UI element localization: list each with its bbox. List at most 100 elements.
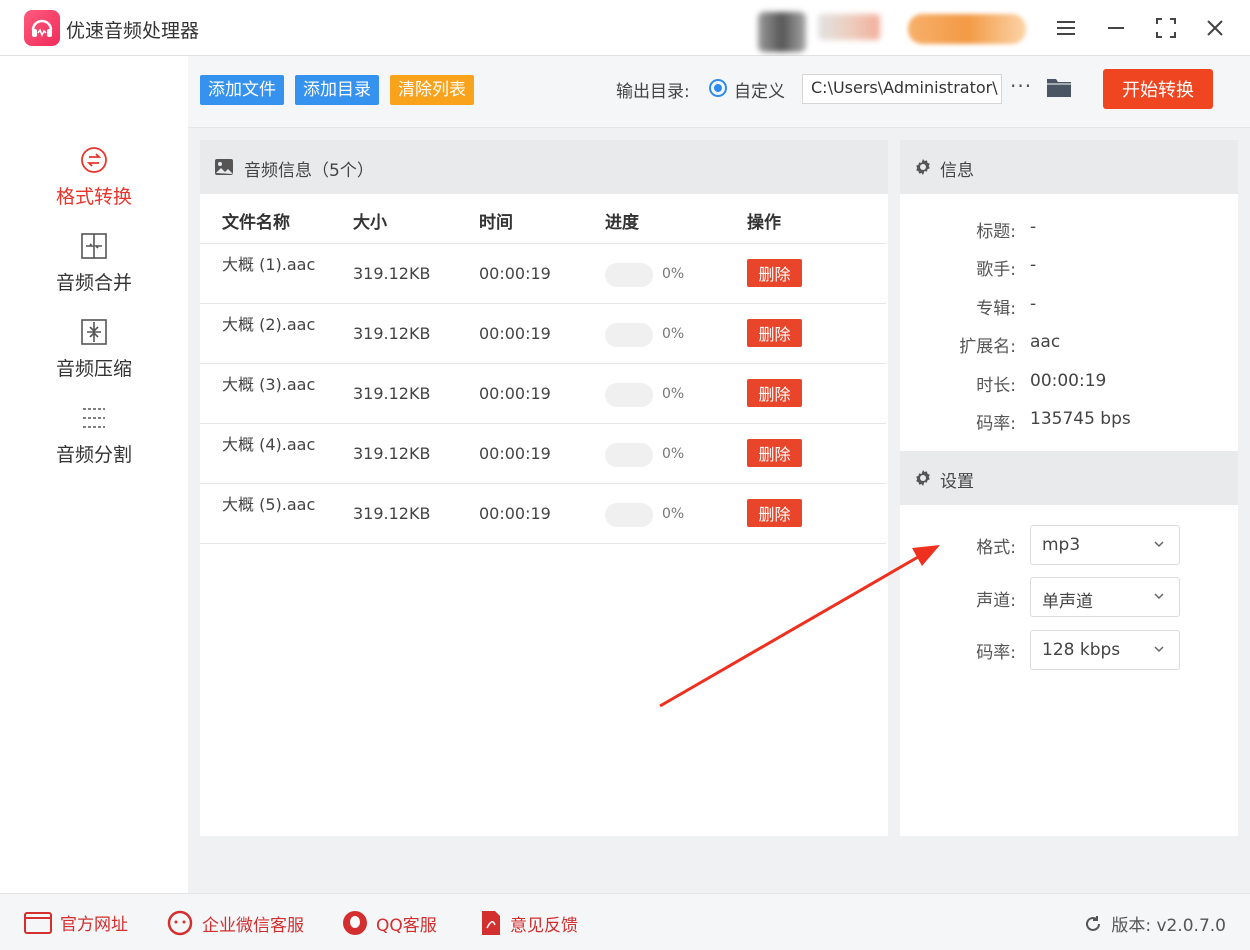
info-title: 信息 [940,161,974,181]
file-size: 319.12KB [353,264,431,283]
chevron-down-icon [1154,541,1164,548]
sidebar-item-label: 音频分割 [55,444,132,466]
close-icon[interactable] [1201,14,1229,42]
browse-more-button[interactable]: ··· [1010,74,1032,98]
progress-bar [605,383,653,407]
info-header: 信息 [900,140,1238,194]
website-icon [24,911,52,934]
bitrate-select-value: 128 kbps [1042,640,1121,660]
blurred-badge[interactable] [908,14,1026,44]
file-duration: 00:00:19 [479,384,551,403]
wechat-service-link[interactable]: 企业微信客服 [166,910,304,936]
start-convert-button[interactable]: 开始转换 [1103,69,1213,109]
progress-text: 0% [662,506,685,522]
output-dir-label: 输出目录: [616,82,690,102]
add-file-button[interactable]: 添加文件 [200,75,284,105]
wechat-icon [167,910,193,936]
channel-label: 声道: [976,591,1016,611]
custom-output-radio-label[interactable]: 自定义 [734,77,785,102]
open-folder-icon[interactable] [1046,76,1072,102]
table-row[interactable]: 大概 (3).aac 319.12KB 00:00:19 0% 删除 [200,363,886,423]
progress-bar [605,323,653,347]
blurred-avatar [758,12,806,52]
chevron-down-icon [1154,646,1164,653]
progress-text: 0% [662,446,685,462]
sidebar-item-label: 音频合并 [55,272,132,294]
delete-button[interactable]: 删除 [747,499,802,527]
column-header-time: 时间 [479,213,513,233]
file-name: 大概 (3).aac [222,375,316,394]
table-row[interactable]: 大概 (5).aac 319.12KB 00:00:19 0% 删除 [200,483,886,543]
add-directory-button[interactable]: 添加目录 [295,75,379,105]
right-panel: 信息 标题: - 歌手: - 专辑: - 扩展名: aac 时长: 00:00:19 码率: 1357… [900,140,1238,836]
delete-button[interactable]: 删除 [747,379,802,407]
split-icon [83,408,105,428]
maximize-icon[interactable] [1152,14,1180,42]
delete-button[interactable]: 删除 [747,259,802,287]
table-row[interactable]: 大概 (1).aac 319.12KB 00:00:19 0% 删除 [200,243,886,303]
gear-icon [914,469,932,491]
chevron-down-icon [1154,593,1164,600]
file-size: 319.12KB [353,444,431,463]
bitrate-select[interactable]: 128 kbps [1030,630,1180,670]
clear-list-button[interactable]: 清除列表 [390,75,474,105]
file-name: 大概 (2).aac [222,315,316,334]
sidebar: 格式转换 音频合并 音频压缩 音频分割 [0,56,188,893]
file-size: 319.12KB [353,324,431,343]
info-field-label: 时长: [976,375,1016,396]
file-duration: 00:00:19 [479,324,551,343]
sidebar-item-merge[interactable]: 音频合并 [0,232,188,295]
feedback-label: 意见反馈 [510,915,578,936]
sidebar-item-compress[interactable]: 音频压缩 [0,318,188,381]
info-field-value: 135745 bps [1030,409,1131,429]
audio-list-panel: 音频信息（5个） 文件名称 大小 时间 进度 操作 大概 (1).aac 319.… [200,140,888,836]
table-row[interactable]: 大概 (2).aac 319.12KB 00:00:19 0% 删除 [200,303,886,363]
feedback-link[interactable]: 意见反馈 [480,910,578,936]
qq-service-link[interactable]: QQ客服 [342,910,437,936]
sidebar-item-label: 音频压缩 [55,358,132,380]
website-link[interactable]: 官方网址 [24,910,128,935]
bitrate-label: 码率: [976,643,1016,663]
info-field-label: 标题: [976,222,1016,242]
file-size: 319.12KB [353,384,431,403]
column-header-progress: 进度 [605,213,639,233]
format-select-value: mp3 [1042,535,1081,555]
delete-button[interactable]: 删除 [747,439,802,467]
channel-select[interactable]: 单声道 [1030,577,1180,617]
minimize-icon[interactable] [1102,14,1130,42]
delete-button[interactable]: 删除 [747,319,802,347]
channel-select-value: 单声道 [1042,592,1093,612]
toolbar: 添加文件 添加目录 清除列表 输出目录: 自定义 C:\Users\Admini… [188,56,1250,128]
sidebar-item-split[interactable]: 音频分割 [0,404,188,467]
progress-text: 0% [662,326,685,342]
progress-text: 0% [662,266,685,282]
footer: 官方网址 企业微信客服 QQ客服 意见反馈 版本: v2.0.7.0 [0,893,1250,950]
feedback-icon [482,911,500,935]
progress-bar [605,503,653,527]
info-field-value: aac [1030,332,1061,353]
sidebar-item-format-convert[interactable]: 格式转换 [0,146,188,209]
qq-label: QQ客服 [376,915,437,936]
menu-icon[interactable] [1052,14,1080,42]
file-duration: 00:00:19 [479,264,551,283]
info-field-label: 歌手: [976,260,1016,281]
settings-header: 设置 [900,451,1238,505]
app-title: 优速音频处理器 [66,20,200,42]
merge-icon [81,233,107,259]
table-row[interactable]: 大概 (4).aac 319.12KB 00:00:19 0% 删除 [200,423,886,483]
format-label: 格式: [976,538,1016,558]
version-info[interactable]: 版本: v2.0.7.0 [1083,911,1226,936]
progress-bar [605,263,653,287]
info-field-value: - [1030,293,1037,314]
title-bar: 优速音频处理器 [0,0,1250,56]
audio-list-title: 音频信息（5个） [244,161,374,181]
custom-output-radio[interactable] [709,79,727,97]
info-field-label: 专辑: [976,298,1016,319]
wechat-label: 企业微信客服 [202,915,304,936]
output-path-field[interactable]: C:\Users\Administrator\ [802,74,1002,104]
table-bottom-divider [200,543,886,544]
format-select[interactable]: mp3 [1030,525,1180,565]
info-field-value: - [1030,217,1037,237]
column-header-name: 文件名称 [222,213,290,233]
audio-list-header: 音频信息（5个） [200,140,888,194]
